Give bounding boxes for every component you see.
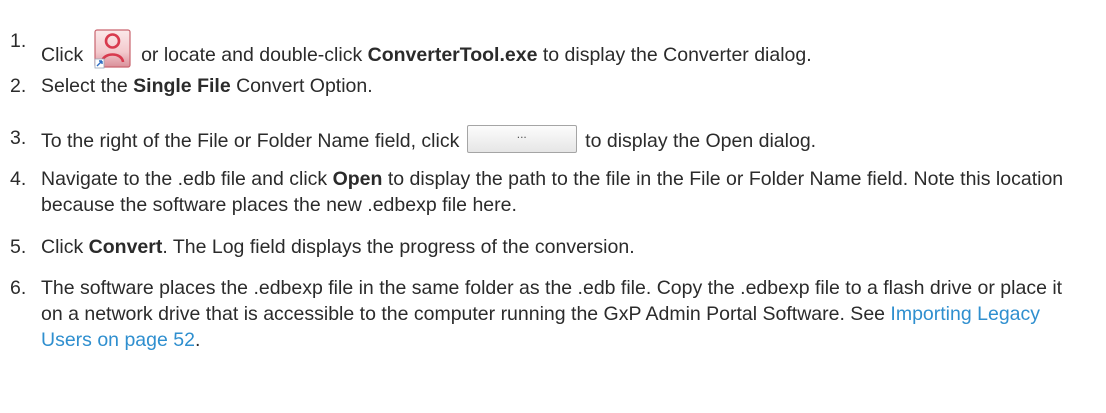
open-button-label: Open xyxy=(332,168,383,190)
step-number: 5. xyxy=(10,236,27,258)
step-text: To the right of the File or Folder Name … xyxy=(41,125,817,153)
step-text: Select the Single File Convert Option. xyxy=(41,75,373,97)
converter-tool-exe: ConverterTool.exe xyxy=(367,44,538,66)
ellipsis-icon: ... xyxy=(516,127,527,141)
step-text: Click or locate and double-click Convert… xyxy=(41,28,1102,70)
step-text: The software places the .edbexp file in … xyxy=(41,277,1063,351)
step-number: 4. xyxy=(10,168,27,190)
convert-button-label: Convert xyxy=(88,236,163,258)
step-text: Navigate to the .edb file and click Open… xyxy=(41,168,1064,216)
step-number: 6. xyxy=(10,277,27,299)
step-text: Click Convert. The Log field displays th… xyxy=(41,236,635,258)
step-number: 1. xyxy=(10,30,27,52)
instruction-document: 1. Click or locate and double-click Conv… xyxy=(0,0,1106,413)
step-number: 2. xyxy=(10,75,27,97)
browse-button[interactable]: ... xyxy=(466,125,577,153)
single-file-option: Single File xyxy=(133,75,231,97)
converter-tool-icon[interactable] xyxy=(91,28,133,70)
step-number: 3. xyxy=(10,127,27,149)
